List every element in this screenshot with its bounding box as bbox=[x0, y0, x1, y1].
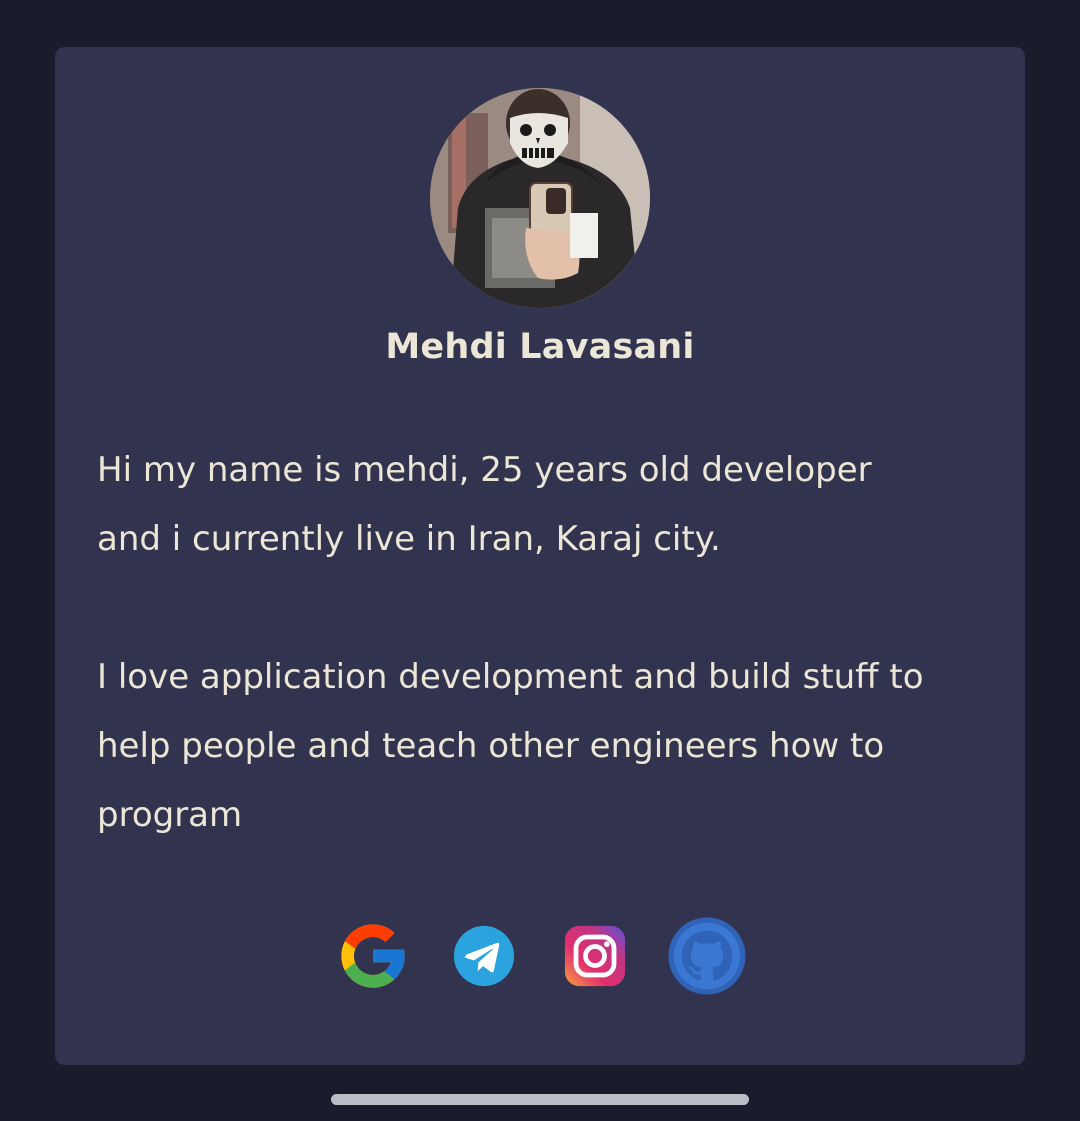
instagram-icon bbox=[564, 925, 626, 987]
avatar bbox=[430, 88, 650, 308]
bio-line: and i currently live in Iran, Karaj city… bbox=[97, 519, 721, 559]
google-link[interactable] bbox=[335, 918, 411, 994]
bio-line: I love application development and build… bbox=[97, 657, 924, 697]
telegram-icon bbox=[453, 925, 515, 987]
profile-bio: Hi my name is mehdi, 25 years old develo… bbox=[97, 436, 997, 850]
github-icon bbox=[668, 917, 746, 995]
social-links bbox=[55, 917, 1025, 995]
google-icon bbox=[341, 924, 405, 988]
profile-card: Mehdi Lavasani Hi my name is mehdi, 25 y… bbox=[55, 47, 1025, 1065]
avatar-photo bbox=[430, 88, 650, 308]
telegram-link[interactable] bbox=[446, 918, 522, 994]
instagram-link[interactable] bbox=[557, 918, 633, 994]
bio-line: Hi my name is mehdi, 25 years old develo… bbox=[97, 450, 872, 490]
profile-name: Mehdi Lavasani bbox=[385, 327, 695, 367]
home-indicator[interactable] bbox=[331, 1094, 749, 1105]
bio-line: program bbox=[97, 795, 243, 835]
bio-line: help people and teach other engineers ho… bbox=[97, 726, 885, 766]
bio-paragraph-gap bbox=[97, 574, 997, 643]
github-link[interactable] bbox=[665, 914, 749, 998]
